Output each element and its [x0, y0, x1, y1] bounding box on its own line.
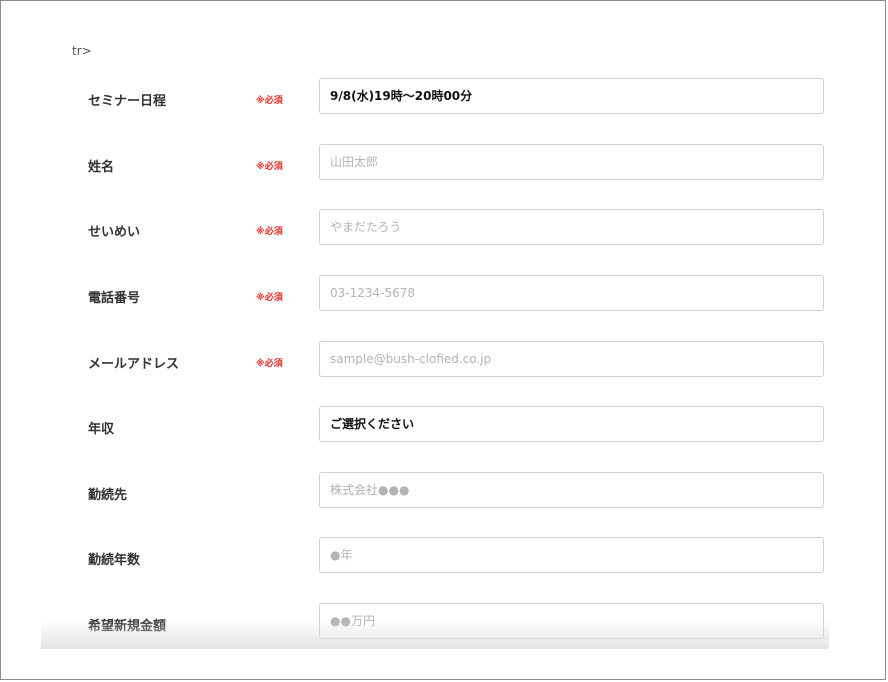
- name-kana-label: せいめい: [88, 225, 141, 240]
- form-row-seminar-date: セミナー日程 ※必須 9/8(水)19時〜20時00分: [1, 78, 888, 118]
- years-employed-label: 勤続年数: [88, 553, 141, 568]
- form-container: tr> セミナー日程 ※必須 9/8(水)19時〜20時00分 姓名 ※必須 せ…: [0, 0, 886, 680]
- stray-markup-text: tr>: [72, 44, 92, 58]
- form-row-name-kana: せいめい ※必須: [1, 209, 888, 249]
- form-row-phone: 電話番号 ※必須: [1, 275, 888, 315]
- employer-label: 勤続先: [88, 488, 128, 503]
- name-input[interactable]: [319, 144, 824, 180]
- required-badge: ※必須: [256, 96, 283, 106]
- required-badge: ※必須: [256, 293, 283, 303]
- name-kana-input[interactable]: [319, 209, 824, 245]
- years-employed-input[interactable]: [319, 537, 824, 573]
- desired-amount-label: 希望新規金額: [88, 619, 167, 634]
- email-label: メールアドレス: [88, 357, 180, 372]
- form-row-annual-income: 年収 ご選択ください: [1, 406, 888, 446]
- annual-income-label: 年収: [88, 422, 115, 437]
- annual-income-select[interactable]: ご選択ください: [319, 406, 824, 442]
- form-row-employer: 勤続先: [1, 472, 888, 512]
- required-badge: ※必須: [256, 162, 283, 172]
- form-row-email: メールアドレス ※必須: [1, 341, 888, 381]
- email-input[interactable]: [319, 341, 824, 377]
- required-badge: ※必須: [256, 227, 283, 237]
- form-row-years-employed: 勤続年数: [1, 537, 888, 577]
- seminar-date-label: セミナー日程: [88, 94, 167, 109]
- employer-input[interactable]: [319, 472, 824, 508]
- form-row-name: 姓名 ※必須: [1, 144, 888, 184]
- form-row-desired-amount: 希望新規金額: [1, 603, 888, 643]
- phone-label: 電話番号: [88, 291, 141, 306]
- seminar-date-field[interactable]: 9/8(水)19時〜20時00分: [319, 78, 824, 114]
- name-label: 姓名: [88, 160, 115, 175]
- desired-amount-input[interactable]: [319, 603, 824, 639]
- phone-input[interactable]: [319, 275, 824, 311]
- required-badge: ※必須: [256, 359, 283, 369]
